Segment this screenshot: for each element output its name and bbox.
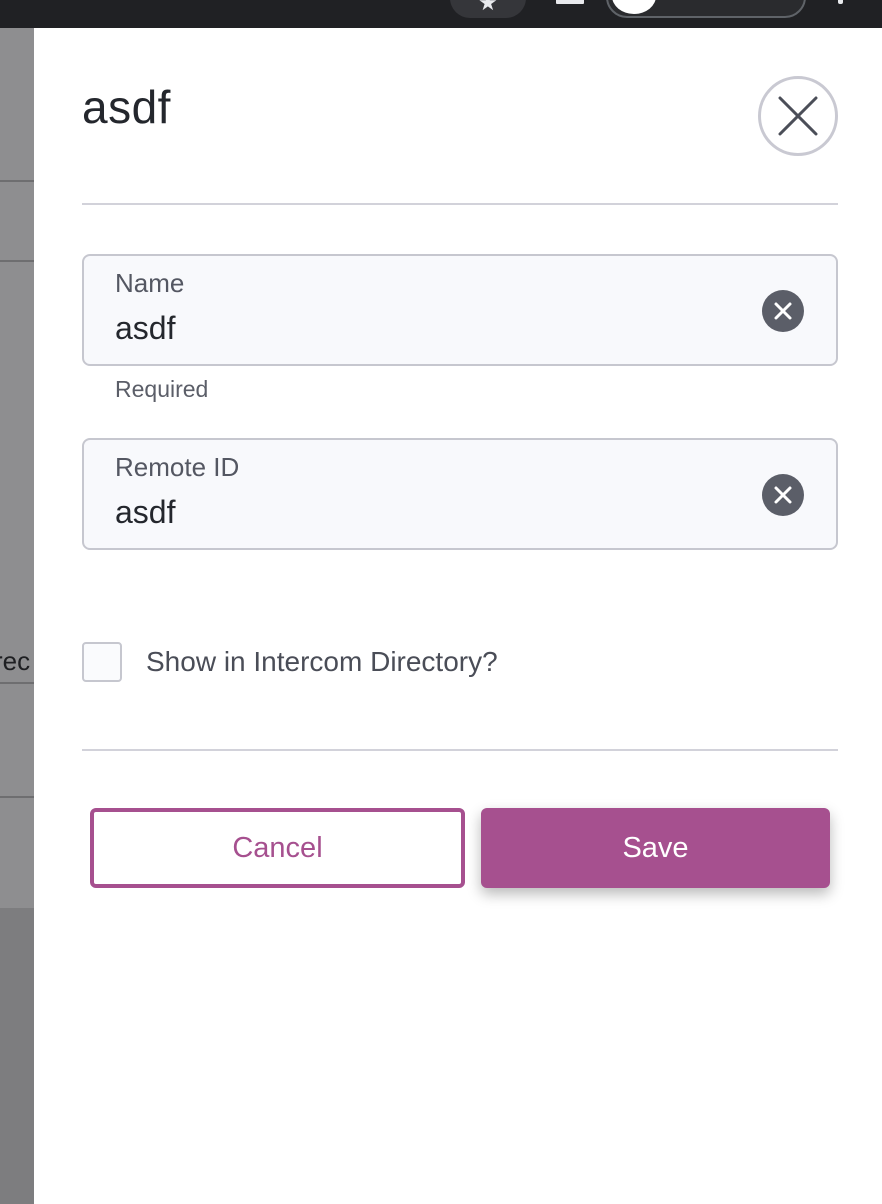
cancel-button[interactable]: Cancel (90, 808, 465, 888)
remote-id-clear-button[interactable] (762, 474, 804, 516)
background-text: rec (0, 646, 31, 676)
header-divider (82, 203, 838, 205)
remote-id-field-label: Remote ID (115, 452, 240, 482)
close-icon (778, 96, 818, 136)
edit-drawer: asdf Name Required Remote ID Sho (34, 28, 882, 1204)
remote-id-input[interactable] (115, 494, 715, 531)
name-field-label: Name (115, 268, 185, 298)
footer-divider (82, 749, 838, 751)
drawer-title: asdf (82, 81, 171, 133)
clear-icon (774, 486, 792, 504)
star-icon[interactable]: ★ (478, 0, 498, 16)
name-field[interactable]: Name (82, 254, 838, 366)
close-button[interactable] (758, 76, 838, 156)
clear-icon (774, 302, 792, 320)
name-helper-text: Required (115, 376, 209, 402)
save-button[interactable]: Save (481, 808, 830, 888)
name-input[interactable] (115, 310, 715, 347)
intercom-directory-checkbox[interactable] (82, 642, 122, 682)
remote-id-field[interactable]: Remote ID (82, 438, 838, 550)
intercom-directory-label[interactable]: Show in Intercom Directory? (146, 646, 498, 678)
name-clear-button[interactable] (762, 290, 804, 332)
browser-toolbar: ★ (0, 0, 882, 28)
menu-icon[interactable] (838, 0, 843, 4)
tab-strip-icon[interactable] (556, 0, 584, 4)
